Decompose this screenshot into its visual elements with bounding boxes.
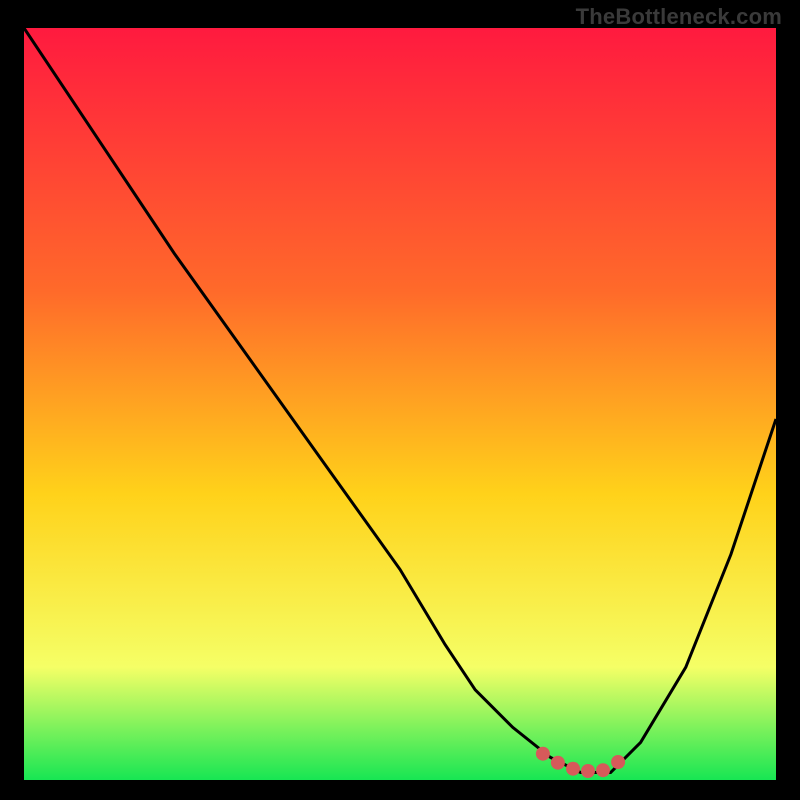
chart-frame: TheBottleneck.com [0, 0, 800, 800]
sweet-spot-marker [551, 756, 565, 770]
sweet-spot-marker [536, 747, 550, 761]
plot-area [24, 28, 776, 780]
sweet-spot-marker [566, 762, 580, 776]
gradient-background [24, 28, 776, 780]
sweet-spot-marker [611, 755, 625, 769]
chart-svg [24, 28, 776, 780]
sweet-spot-marker [596, 763, 610, 777]
sweet-spot-marker [581, 764, 595, 778]
watermark-text: TheBottleneck.com [576, 4, 782, 30]
